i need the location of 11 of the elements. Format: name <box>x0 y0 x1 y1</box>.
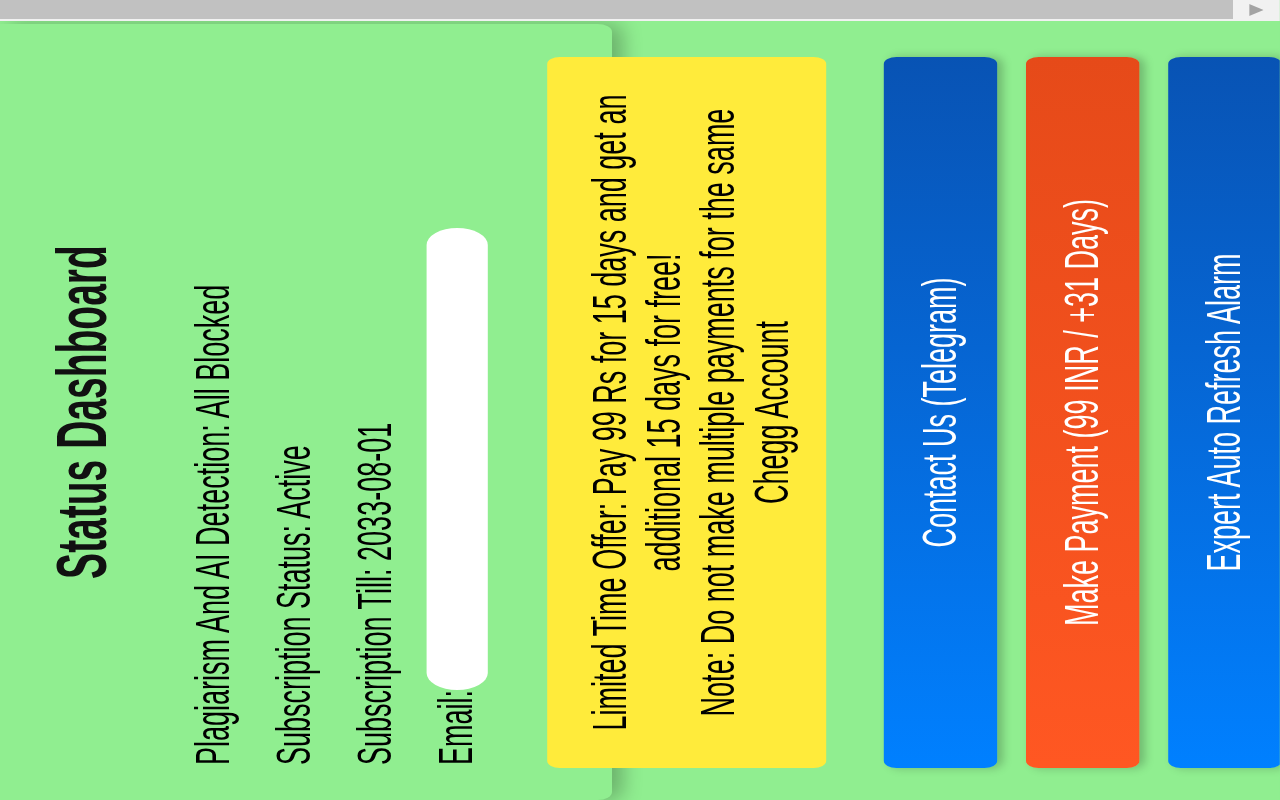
action-button[interactable]: Expert Auto Refresh Alarm <box>1168 57 1280 768</box>
scroll-arrow-icon[interactable] <box>1249 4 1264 17</box>
email-label: Email: <box>427 690 484 765</box>
status-text: Subscription Status: Active <box>265 445 322 765</box>
status-text: Subscription Till: 2033-08-01 <box>346 422 403 765</box>
dashboard-title: Status Dashboard <box>42 245 122 579</box>
action-button[interactable]: Contact Us (Telegram) <box>883 57 998 768</box>
offer-text: Limited Time Offer: Pay 99 Rs for 15 days and get an additional 15 days for free! <box>583 93 692 733</box>
status-text: Plagiarism And AI Detection: All Blocked <box>184 284 241 765</box>
note-text: Note: Do not make multiple payments for the same Chegg Account <box>691 107 800 719</box>
action-button[interactable]: Make Payment (99 INR / +31 Days) <box>1026 57 1140 768</box>
